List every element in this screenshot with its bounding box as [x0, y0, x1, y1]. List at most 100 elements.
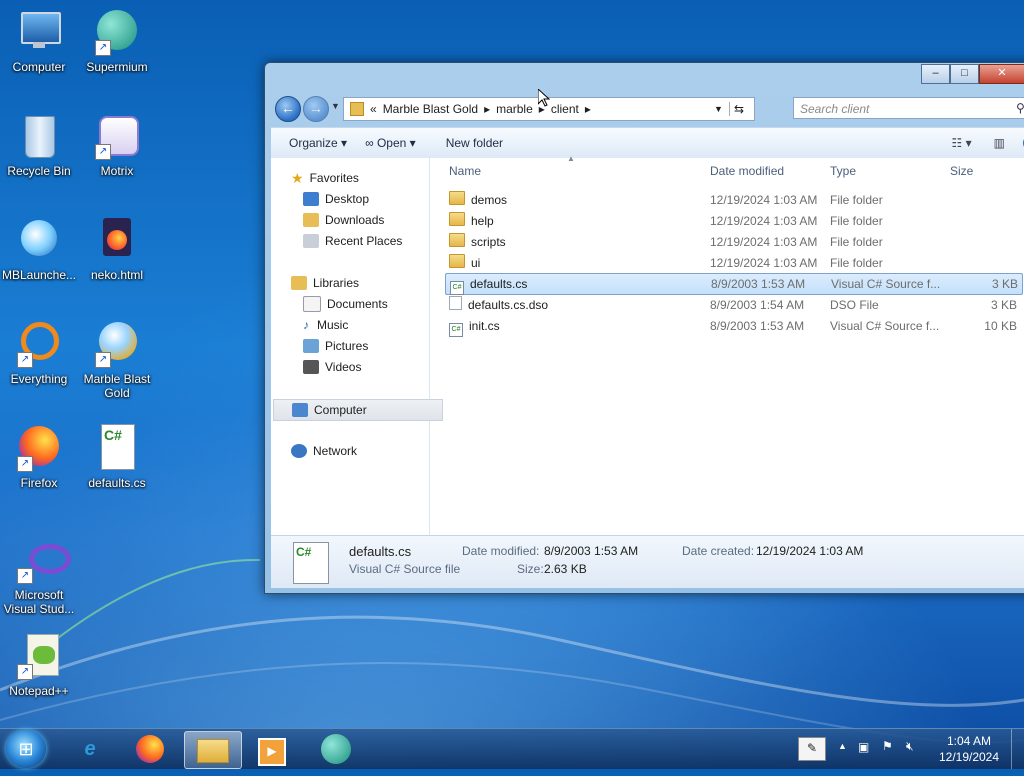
- file-row[interactable]: defaults.cs.dso 8/9/2003 1:54 AM DSO Fil…: [445, 295, 1021, 315]
- desktop-icon-supermium[interactable]: ↗ Supermium: [78, 8, 156, 74]
- shortcut-arrow-icon: ↗: [95, 40, 111, 56]
- open-button[interactable]: ∞ Open ▾: [365, 136, 416, 150]
- column-header-size[interactable]: Size: [950, 160, 973, 182]
- nav-desktop[interactable]: Desktop: [303, 189, 369, 209]
- music-icon: ♪: [303, 318, 309, 332]
- file-icon: [449, 296, 462, 310]
- visual-studio-icon: ↗: [15, 536, 71, 584]
- details-modified-value: 8/9/2003 1:53 AM: [544, 544, 639, 558]
- folder-icon: [449, 233, 465, 247]
- csharp-file-icon: C#: [93, 424, 141, 472]
- nav-music[interactable]: ♪ Music: [303, 315, 348, 335]
- start-button[interactable]: ⊞: [6, 730, 46, 768]
- back-button[interactable]: ←: [275, 96, 301, 122]
- firefox-document-icon: [93, 216, 141, 264]
- taskbar-windows-explorer[interactable]: [184, 731, 242, 769]
- show-hidden-icons-icon[interactable]: ▲: [838, 741, 847, 751]
- nav-network[interactable]: Network: [291, 441, 357, 461]
- desktop-icon-neko-html[interactable]: neko.html: [78, 216, 156, 282]
- breadcrumb-marble-blast-gold[interactable]: Marble Blast Gold: [383, 102, 478, 116]
- column-header-type[interactable]: Type: [830, 160, 856, 182]
- csharp-file-icon: C#: [449, 323, 463, 337]
- command-bar: Organize ▾ ∞ Open ▾ New folder ☷ ▾ ▥ ?: [271, 127, 1024, 159]
- window-controls: – □ ✕: [921, 64, 1024, 84]
- firefox-icon: ↗: [15, 424, 63, 472]
- taskbar-supermium[interactable]: [308, 731, 364, 767]
- forward-button[interactable]: →: [303, 96, 329, 122]
- volume-muted-icon[interactable]: 🔇︎: [906, 739, 914, 754]
- details-size-value: 2.63 KB: [544, 562, 587, 576]
- new-folder-button[interactable]: New folder: [446, 136, 503, 150]
- nav-favorites[interactable]: ★ Favorites: [291, 168, 359, 188]
- desktop-icon-marble-blast-gold[interactable]: ↗ Marble Blast Gold: [78, 320, 156, 400]
- notepad-plus-plus-icon: ↗: [15, 632, 63, 680]
- taskbar-internet-explorer[interactable]: e: [62, 731, 118, 767]
- computer-icon: [292, 403, 308, 417]
- nav-recent-places[interactable]: Recent Places: [303, 231, 402, 251]
- organize-button[interactable]: Organize ▾: [289, 136, 347, 150]
- details-pane: C# defaults.cs Visual C# Source file Dat…: [271, 535, 1024, 588]
- breadcrumb-arrow-icon[interactable]: ▸: [585, 102, 591, 116]
- csharp-file-icon: C#: [450, 281, 464, 295]
- preview-pane-icon[interactable]: ▥: [994, 136, 1005, 150]
- search-input[interactable]: Search client: [793, 97, 1024, 119]
- handwriting-tool-icon[interactable]: ✎: [798, 737, 826, 761]
- view-options-icon[interactable]: ☷ ▾: [952, 136, 972, 150]
- taskbar-media-player[interactable]: ▶: [244, 731, 300, 767]
- nav-videos[interactable]: Videos: [303, 357, 361, 377]
- breadcrumb-client[interactable]: client: [551, 102, 579, 116]
- nav-pictures[interactable]: Pictures: [303, 336, 368, 356]
- file-row[interactable]: help 12/19/2024 1:03 AM File folder: [445, 211, 1021, 231]
- system-tray: ✎ ▲ ▣ ⚑ 🔇︎ 1:04 AM 12/19/2024: [794, 729, 1024, 769]
- desktop-icon-everything[interactable]: ↗ Everything: [0, 320, 78, 386]
- column-header-date-modified[interactable]: Date modified: [710, 160, 784, 182]
- address-overflow[interactable]: «: [370, 102, 377, 116]
- nav-documents[interactable]: Documents: [303, 294, 388, 314]
- nav-libraries[interactable]: Libraries: [291, 273, 359, 293]
- desktop-icon-firefox[interactable]: ↗ Firefox: [0, 424, 78, 490]
- breadcrumb-arrow-icon[interactable]: ▸: [484, 102, 490, 116]
- clock-date: 12/19/2024: [938, 750, 1000, 764]
- desktop-icon: [303, 192, 319, 206]
- address-dropdown-icon[interactable]: ▼: [714, 104, 723, 114]
- explorer-content: ★ Favorites Desktop Downloads Recent Plac…: [271, 154, 1024, 535]
- desktop-icon-visual-studio[interactable]: ↗ Microsoft Visual Stud...: [0, 536, 78, 616]
- nav-computer[interactable]: Computer: [273, 399, 443, 421]
- breadcrumb-marble[interactable]: marble: [496, 102, 533, 116]
- desktop-icon-recycle-bin[interactable]: Recycle Bin: [0, 112, 78, 178]
- file-row-selected[interactable]: C# defaults.cs 8/9/2003 1:53 AM Visual C#…: [445, 273, 1023, 295]
- search-icon[interactable]: ⚲: [1016, 101, 1024, 115]
- taskbar-firefox[interactable]: [122, 731, 178, 767]
- nav-downloads[interactable]: Downloads: [303, 210, 384, 230]
- desktop-icon-motrix[interactable]: ↗ Motrix: [78, 112, 156, 178]
- minimize-button[interactable]: –: [921, 64, 950, 84]
- action-center-flag-icon[interactable]: ⚑: [882, 739, 893, 753]
- everything-icon: ↗: [15, 320, 63, 368]
- file-row[interactable]: ui 12/19/2024 1:03 AM File folder: [445, 253, 1021, 273]
- explorer-window[interactable]: – □ ✕ ← → ▼ « Marble Blast Gold ▸ marble ▸…: [264, 62, 1024, 594]
- network-status-icon[interactable]: ▣: [858, 740, 869, 754]
- refresh-icon[interactable]: ⇆: [728, 102, 748, 116]
- supermium-icon: [321, 734, 351, 764]
- desktop-icon-defaults-cs[interactable]: C# defaults.cs: [78, 424, 156, 490]
- file-row[interactable]: scripts 12/19/2024 1:03 AM File folder: [445, 232, 1021, 252]
- file-row[interactable]: C# init.cs 8/9/2003 1:53 AM Visual C# Sou…: [445, 316, 1021, 337]
- desktop-icon-computer[interactable]: Computer: [0, 8, 78, 74]
- show-desktop-button[interactable]: [1011, 729, 1024, 769]
- details-file-name: defaults.cs: [349, 544, 412, 559]
- media-player-icon: ▶: [258, 738, 286, 766]
- navigation-bar: ← → ▼ « Marble Blast Gold ▸ marble ▸ clien…: [273, 93, 1024, 125]
- details-created-value: 12/19/2024 1:03 AM: [756, 544, 864, 558]
- csharp-file-icon: C#: [293, 542, 329, 584]
- column-header-name[interactable]: Name: [449, 160, 481, 182]
- maximize-button[interactable]: □: [950, 64, 979, 84]
- motrix-icon: ↗: [93, 112, 141, 160]
- clock[interactable]: 1:04 AM 12/19/2024: [934, 733, 1004, 765]
- file-row[interactable]: demos 12/19/2024 1:03 AM File folder: [445, 190, 1021, 210]
- desktop-icon-notepad-plus-plus[interactable]: ↗ Notepad++: [0, 632, 78, 698]
- clock-time: 1:04 AM: [946, 734, 992, 748]
- firefox-icon: [136, 735, 164, 763]
- desktop-icon-mblauncher[interactable]: MBLaunche...: [0, 216, 78, 282]
- recent-pages-chevron-icon[interactable]: ▼: [331, 101, 340, 111]
- close-button[interactable]: ✕: [979, 64, 1024, 84]
